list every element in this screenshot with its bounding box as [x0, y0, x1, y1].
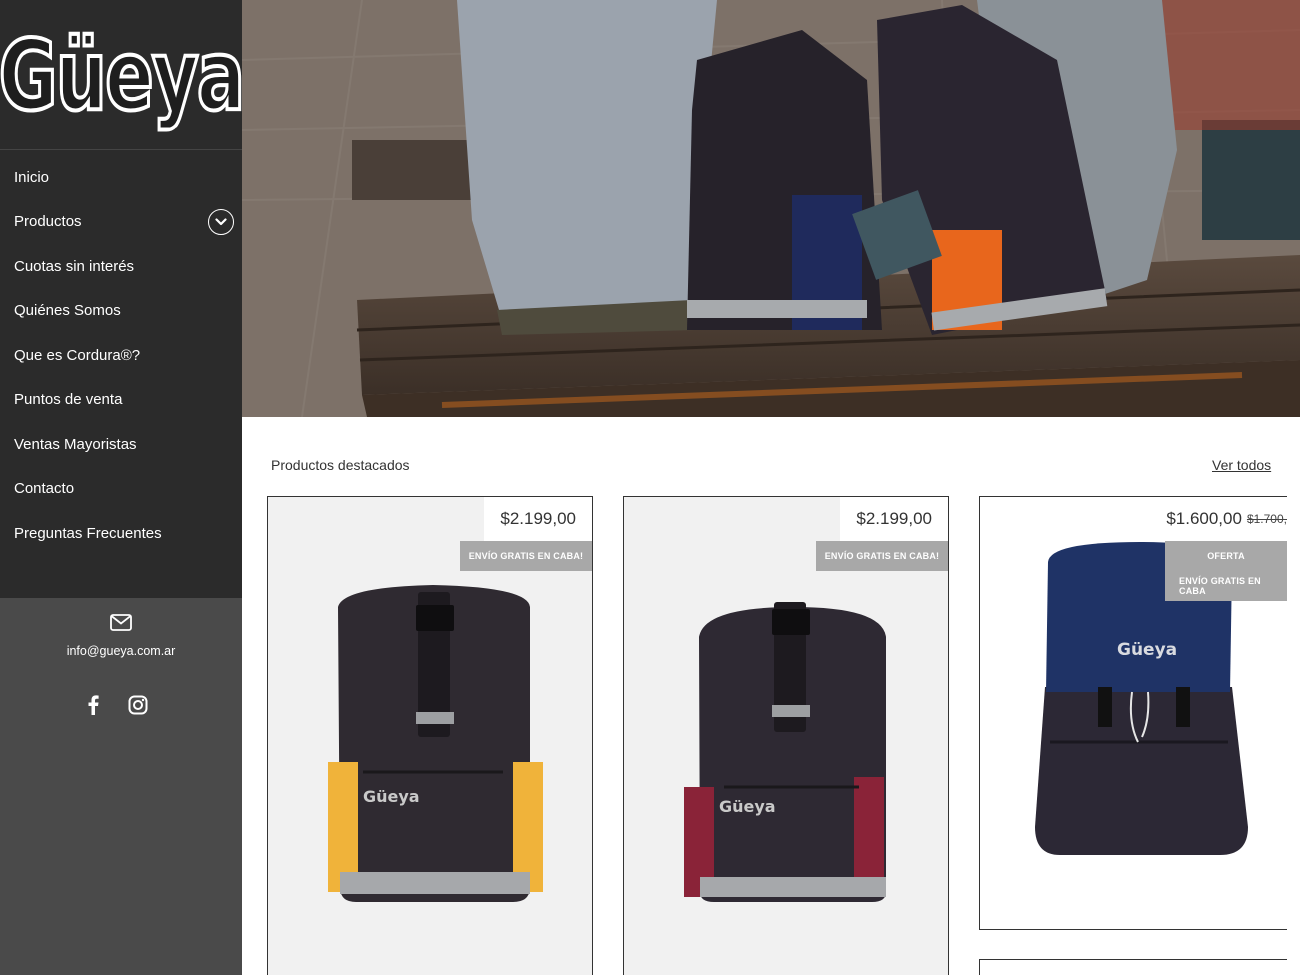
facebook-icon[interactable]: [82, 694, 104, 716]
product-card[interactable]: Güeya $2.199,00 ENVÍO GRATIS EN CABA!: [267, 496, 593, 975]
nav-item-label: Cuotas sin interés: [14, 257, 135, 275]
section-title: Productos destacados: [271, 457, 410, 473]
nav-item-cuotas[interactable]: Cuotas sin interés: [0, 244, 242, 289]
free-shipping-badge: ENVÍO GRATIS EN CABA!: [816, 541, 948, 571]
product-old-price: $1.700,: [1246, 512, 1287, 526]
product-card[interactable]: [979, 959, 1287, 975]
hero-photo: [242, 0, 1300, 417]
svg-text:Güeya: Güeya: [719, 797, 776, 816]
logo[interactable]: Güeya: [0, 0, 247, 150]
nav-item-cordura[interactable]: Que es Cordura®?: [0, 333, 242, 378]
nav-item-label: Contacto: [14, 480, 75, 498]
nav-item-label: Puntos de venta: [14, 391, 123, 409]
nav-item-label: Inicio: [14, 168, 50, 186]
offer-badge: OFERTA: [1165, 541, 1287, 571]
nav-item-productos[interactable]: Productos: [0, 200, 242, 245]
product-price: $2.199,00: [484, 497, 592, 541]
product-price: $2.199,00: [840, 497, 948, 541]
free-shipping-badge: ENVÍO GRATIS EN CABA!: [460, 541, 592, 571]
svg-text:Güeya: Güeya: [1117, 640, 1177, 660]
product-card[interactable]: Güeya $1.600,00 $1.700, OFERTA ENVÍO GRA…: [979, 496, 1287, 930]
main-nav: Inicio Productos Cuotas sin interés Quié…: [0, 150, 242, 556]
product-price: $1.600,00: [1166, 509, 1242, 528]
email-link[interactable]: info@gueya.com.ar: [0, 644, 242, 658]
mail-icon[interactable]: [110, 614, 132, 631]
hero-banner[interactable]: [242, 0, 1300, 417]
nav-item-label: Que es Cordura®?: [14, 346, 141, 364]
nav-item-label: Quiénes Somos: [14, 302, 121, 320]
nav-item-ventas-mayoristas[interactable]: Ventas Mayoristas: [0, 422, 242, 467]
nav-item-label: Productos: [14, 213, 82, 231]
nav-item-contacto[interactable]: Contacto: [0, 467, 242, 512]
logo-text: Güeya: [0, 17, 247, 132]
nav-item-label: Preguntas Frecuentes: [14, 524, 162, 542]
nav-item-puntos-de-venta[interactable]: Puntos de venta: [0, 378, 242, 423]
product-card[interactable]: Güeya $2.199,00 ENVÍO GRATIS EN CABA!: [623, 496, 949, 975]
nav-item-preguntas-frecuentes[interactable]: Preguntas Frecuentes: [0, 511, 242, 556]
nav-item-label: Ventas Mayoristas: [14, 435, 137, 453]
see-all-link[interactable]: Ver todos: [1212, 457, 1271, 473]
instagram-icon[interactable]: [127, 694, 149, 716]
product-price-box: $1.600,00 $1.700,: [1150, 497, 1287, 541]
nav-item-quienes-somos[interactable]: Quiénes Somos: [0, 289, 242, 334]
chevron-down-icon[interactable]: [208, 208, 234, 235]
free-shipping-badge: ENVÍO GRATIS EN CABA: [1165, 571, 1287, 601]
svg-text:Güeya: Güeya: [363, 787, 420, 806]
nav-item-inicio[interactable]: Inicio: [0, 155, 242, 200]
